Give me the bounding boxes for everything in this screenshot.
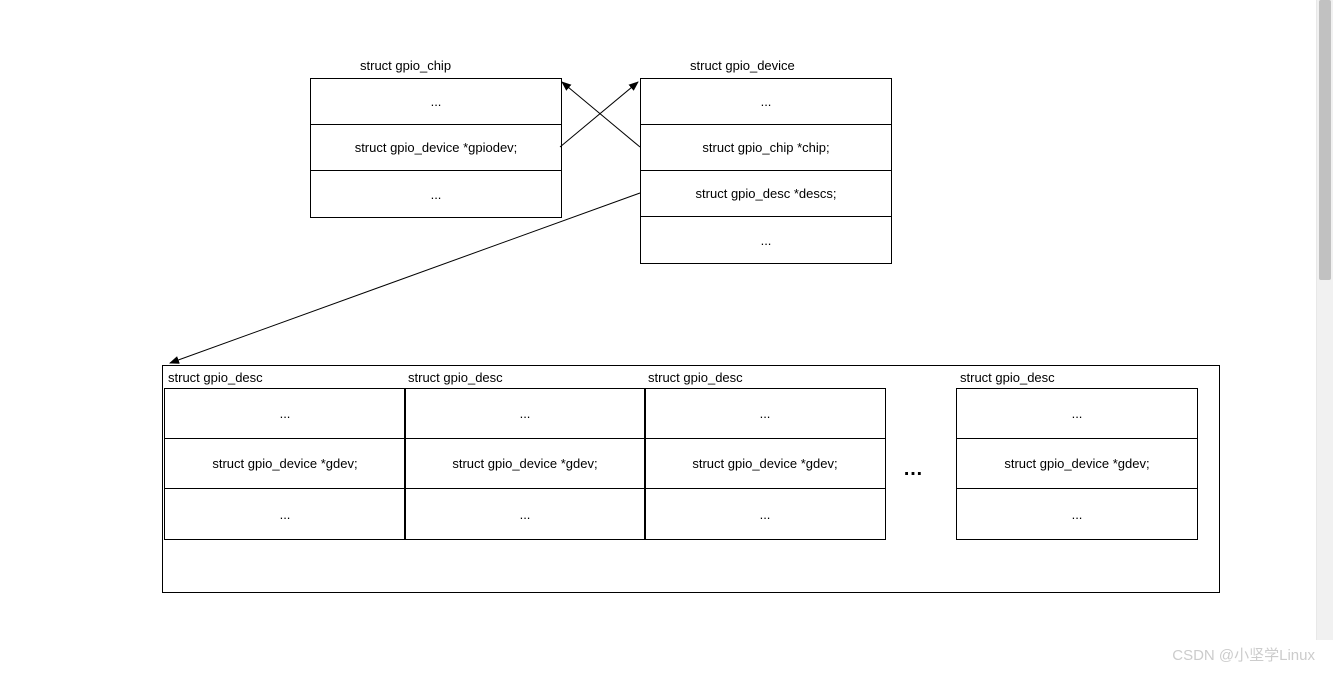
gpio-device-row-0: ... bbox=[641, 79, 891, 125]
gpio-device-row-2: struct gpio_desc *descs; bbox=[641, 171, 891, 217]
diagram-container: struct gpio_chip ... struct gpio_device … bbox=[0, 0, 1333, 675]
gpio-desc-0-row-2: ... bbox=[165, 489, 405, 539]
gpio-chip-row-2: ... bbox=[311, 171, 561, 217]
gpio-chip-box: ... struct gpio_device *gpiodev; ... bbox=[310, 78, 562, 218]
gpio-desc-box-3: ... struct gpio_device *gdev; ... bbox=[956, 388, 1198, 540]
gpio-chip-title: struct gpio_chip bbox=[360, 58, 451, 73]
gpio-desc-1-row-0: ... bbox=[405, 389, 645, 439]
gpio-desc-0-row-1: struct gpio_device *gdev; bbox=[165, 439, 405, 489]
gpio-desc-0-row-0: ... bbox=[165, 389, 405, 439]
gpio-device-title: struct gpio_device bbox=[690, 58, 795, 73]
scrollbar-track[interactable] bbox=[1316, 0, 1333, 640]
gpio-desc-title-2: struct gpio_desc bbox=[648, 370, 743, 385]
gpio-device-row-3: ... bbox=[641, 217, 891, 263]
gpio-desc-1-row-1: struct gpio_device *gdev; bbox=[405, 439, 645, 489]
watermark-text: CSDN @小坚学Linux bbox=[1172, 644, 1315, 665]
gpio-device-box: ... struct gpio_chip *chip; struct gpio_… bbox=[640, 78, 892, 264]
gpio-desc-title-0: struct gpio_desc bbox=[168, 370, 263, 385]
gpio-desc-2-row-0: ... bbox=[645, 389, 885, 439]
ellipsis-icon: … bbox=[903, 458, 925, 481]
gpio-desc-title-3: struct gpio_desc bbox=[960, 370, 1055, 385]
gpio-desc-3-row-1: struct gpio_device *gdev; bbox=[957, 439, 1197, 489]
gpio-desc-box-1: ... struct gpio_device *gdev; ... bbox=[404, 388, 646, 540]
gpio-chip-row-1: struct gpio_device *gpiodev; bbox=[311, 125, 561, 171]
gpio-desc-3-row-2: ... bbox=[957, 489, 1197, 539]
gpio-desc-box-2: ... struct gpio_device *gdev; ... bbox=[644, 388, 886, 540]
gpio-desc-box-0: ... struct gpio_device *gdev; ... bbox=[164, 388, 406, 540]
gpio-chip-row-0: ... bbox=[311, 79, 561, 125]
gpio-desc-1-row-2: ... bbox=[405, 489, 645, 539]
gpio-desc-title-1: struct gpio_desc bbox=[408, 370, 503, 385]
gpio-desc-2-row-1: struct gpio_device *gdev; bbox=[645, 439, 885, 489]
scrollbar-thumb[interactable] bbox=[1319, 0, 1331, 280]
gpio-desc-2-row-2: ... bbox=[645, 489, 885, 539]
gpio-device-row-1: struct gpio_chip *chip; bbox=[641, 125, 891, 171]
gpio-desc-3-row-0: ... bbox=[957, 389, 1197, 439]
